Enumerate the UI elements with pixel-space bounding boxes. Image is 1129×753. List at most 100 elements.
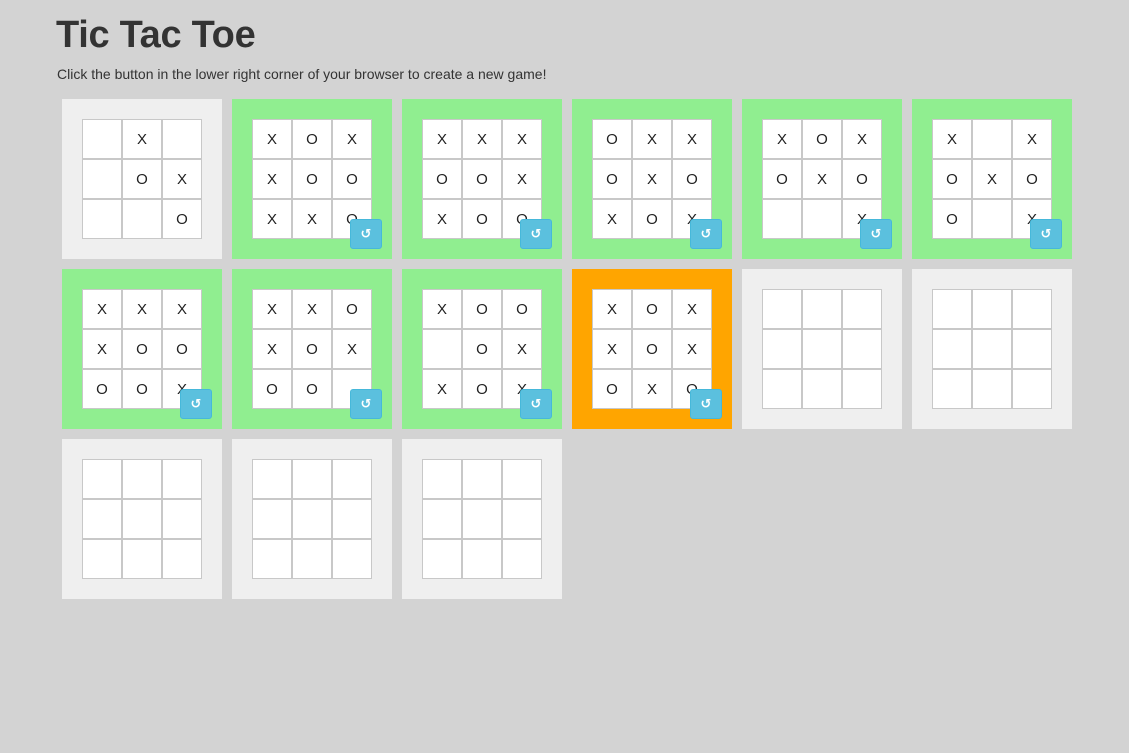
board-cell[interactable]: X bbox=[252, 329, 292, 369]
board-cell[interactable] bbox=[802, 329, 842, 369]
board-cell[interactable] bbox=[422, 329, 462, 369]
board-cell[interactable]: X bbox=[82, 329, 122, 369]
board-cell[interactable] bbox=[802, 289, 842, 329]
board-cell[interactable] bbox=[162, 459, 202, 499]
board-cell[interactable] bbox=[972, 369, 1012, 409]
reset-game-button[interactable]: ↺ bbox=[690, 389, 722, 419]
board-cell[interactable]: O bbox=[762, 159, 802, 199]
board-cell[interactable] bbox=[1012, 329, 1052, 369]
board-cell[interactable]: O bbox=[842, 159, 882, 199]
board-cell[interactable] bbox=[122, 539, 162, 579]
board-cell[interactable] bbox=[842, 289, 882, 329]
board-cell[interactable]: X bbox=[592, 329, 632, 369]
board-cell[interactable]: O bbox=[332, 289, 372, 329]
board-cell[interactable]: O bbox=[632, 289, 672, 329]
board-cell[interactable] bbox=[292, 499, 332, 539]
board-cell[interactable] bbox=[162, 499, 202, 539]
reset-game-button[interactable]: ↺ bbox=[350, 389, 382, 419]
board-cell[interactable] bbox=[462, 499, 502, 539]
board-cell[interactable] bbox=[762, 199, 802, 239]
board-cell[interactable] bbox=[252, 459, 292, 499]
board-cell[interactable] bbox=[762, 369, 802, 409]
board-cell[interactable]: X bbox=[162, 159, 202, 199]
board-cell[interactable] bbox=[972, 289, 1012, 329]
board-cell[interactable]: O bbox=[122, 369, 162, 409]
board-cell[interactable]: O bbox=[632, 329, 672, 369]
board-cell[interactable]: X bbox=[422, 199, 462, 239]
board-cell[interactable]: X bbox=[502, 119, 542, 159]
reset-game-button[interactable]: ↺ bbox=[1030, 219, 1062, 249]
board-cell[interactable] bbox=[82, 499, 122, 539]
board-cell[interactable] bbox=[502, 539, 542, 579]
board-cell[interactable] bbox=[122, 459, 162, 499]
board-cell[interactable]: X bbox=[122, 119, 162, 159]
board-cell[interactable] bbox=[462, 539, 502, 579]
board-cell[interactable] bbox=[252, 499, 292, 539]
board-cell[interactable]: X bbox=[502, 329, 542, 369]
board-cell[interactable] bbox=[252, 539, 292, 579]
board-cell[interactable]: X bbox=[592, 199, 632, 239]
board-cell[interactable]: X bbox=[422, 369, 462, 409]
board-cell[interactable]: O bbox=[672, 159, 712, 199]
board-cell[interactable]: X bbox=[252, 199, 292, 239]
board-cell[interactable]: X bbox=[162, 289, 202, 329]
board-cell[interactable]: O bbox=[592, 119, 632, 159]
board-cell[interactable]: O bbox=[592, 159, 632, 199]
board-cell[interactable] bbox=[802, 199, 842, 239]
board-cell[interactable]: X bbox=[422, 119, 462, 159]
board-cell[interactable]: O bbox=[252, 369, 292, 409]
board-cell[interactable] bbox=[82, 159, 122, 199]
board-cell[interactable]: X bbox=[502, 159, 542, 199]
board-cell[interactable] bbox=[332, 499, 372, 539]
board-cell[interactable]: O bbox=[462, 199, 502, 239]
board-cell[interactable] bbox=[972, 329, 1012, 369]
board-cell[interactable]: O bbox=[82, 369, 122, 409]
board-cell[interactable]: O bbox=[462, 159, 502, 199]
board-cell[interactable] bbox=[972, 199, 1012, 239]
board-cell[interactable]: O bbox=[292, 369, 332, 409]
board-cell[interactable]: X bbox=[672, 119, 712, 159]
board-cell[interactable]: X bbox=[292, 289, 332, 329]
reset-game-button[interactable]: ↺ bbox=[520, 219, 552, 249]
board-cell[interactable]: O bbox=[332, 159, 372, 199]
board-cell[interactable] bbox=[422, 499, 462, 539]
board-cell[interactable]: X bbox=[462, 119, 502, 159]
board-cell[interactable]: X bbox=[672, 329, 712, 369]
board-cell[interactable] bbox=[122, 499, 162, 539]
board-cell[interactable]: O bbox=[422, 159, 462, 199]
board-cell[interactable]: X bbox=[252, 159, 292, 199]
board-cell[interactable] bbox=[332, 539, 372, 579]
board-cell[interactable]: X bbox=[252, 119, 292, 159]
board-cell[interactable]: X bbox=[632, 159, 672, 199]
board-cell[interactable]: O bbox=[1012, 159, 1052, 199]
board-cell[interactable] bbox=[162, 119, 202, 159]
board-cell[interactable]: O bbox=[592, 369, 632, 409]
board-cell[interactable] bbox=[1012, 289, 1052, 329]
board-cell[interactable] bbox=[502, 459, 542, 499]
board-cell[interactable] bbox=[82, 199, 122, 239]
board-cell[interactable] bbox=[122, 199, 162, 239]
board-cell[interactable]: X bbox=[632, 119, 672, 159]
board-cell[interactable]: O bbox=[502, 289, 542, 329]
board-cell[interactable]: X bbox=[292, 199, 332, 239]
board-cell[interactable]: O bbox=[122, 329, 162, 369]
board-cell[interactable] bbox=[422, 539, 462, 579]
board-cell[interactable] bbox=[842, 369, 882, 409]
board-cell[interactable]: X bbox=[1012, 119, 1052, 159]
board-cell[interactable] bbox=[972, 119, 1012, 159]
reset-game-button[interactable]: ↺ bbox=[180, 389, 212, 419]
board-cell[interactable] bbox=[762, 289, 802, 329]
reset-game-button[interactable]: ↺ bbox=[860, 219, 892, 249]
board-cell[interactable]: O bbox=[162, 329, 202, 369]
board-cell[interactable]: X bbox=[932, 119, 972, 159]
board-cell[interactable] bbox=[332, 459, 372, 499]
board-cell[interactable] bbox=[422, 459, 462, 499]
board-cell[interactable]: X bbox=[82, 289, 122, 329]
board-cell[interactable]: X bbox=[332, 329, 372, 369]
board-cell[interactable] bbox=[82, 539, 122, 579]
board-cell[interactable]: O bbox=[292, 119, 332, 159]
board-cell[interactable]: O bbox=[932, 159, 972, 199]
board-cell[interactable]: X bbox=[632, 369, 672, 409]
board-cell[interactable] bbox=[462, 459, 502, 499]
board-cell[interactable]: X bbox=[672, 289, 712, 329]
